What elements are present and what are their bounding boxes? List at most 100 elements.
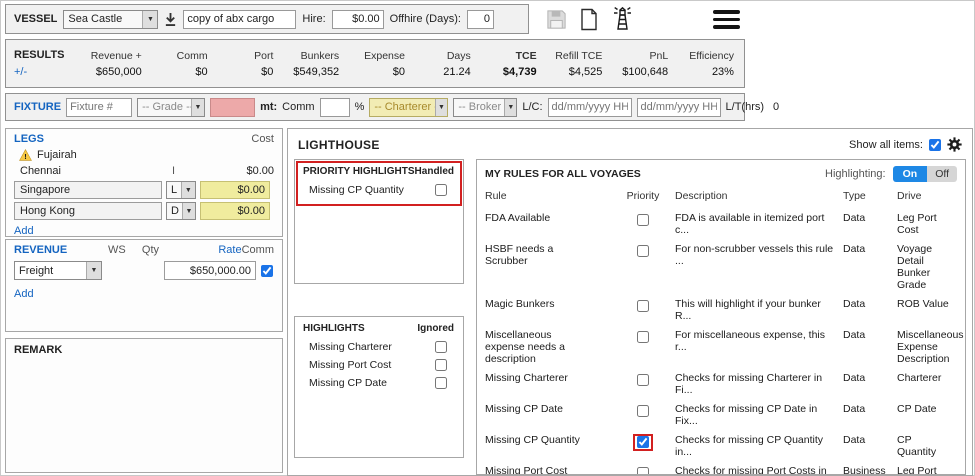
fixture-number-input[interactable] [66, 98, 132, 117]
laycan-to-input[interactable] [637, 98, 721, 117]
col-rule: Rule [485, 190, 615, 209]
rule-drive: Miscellaneous Expense Description [897, 326, 957, 369]
results-column-header: TCE [471, 50, 537, 62]
priority-checkbox-callout [633, 243, 653, 260]
priority-checkbox[interactable] [637, 245, 649, 257]
chevron-down-icon: ▼ [504, 99, 516, 116]
results-column: Expense $0 [339, 50, 405, 78]
download-icon[interactable] [164, 12, 177, 27]
remark-panel[interactable]: REMARK [5, 338, 283, 473]
menu-icon[interactable] [713, 10, 740, 29]
leg-row: Singapore L ▼ $0.00 [14, 181, 274, 199]
results-column-value: $650,000 [76, 66, 142, 78]
priority-checkbox[interactable] [637, 331, 649, 343]
priority-checkbox[interactable] [637, 300, 649, 312]
results-column: Comm $0 [142, 50, 208, 78]
ignored-checkbox[interactable] [435, 359, 447, 371]
results-column-value: $100,648 [602, 66, 668, 78]
leg-type-value: L [167, 184, 181, 196]
save-icon[interactable] [545, 8, 568, 31]
warning-icon: ! [19, 149, 32, 161]
results-column-value: $0 [142, 66, 208, 78]
rule-description: For miscellaneous expense, this r... [675, 326, 843, 369]
lighthouse-icon[interactable] [610, 6, 635, 32]
leg-cost-cell[interactable]: $0.00 [200, 202, 270, 220]
revenue-type-value: Freight [15, 265, 57, 277]
priority-checkbox[interactable] [637, 405, 649, 417]
priority-checkbox-callout [633, 403, 653, 420]
highlighting-on-button[interactable]: On [893, 166, 928, 182]
highlighting-off-button[interactable]: Off [927, 166, 957, 182]
charterer-select[interactable]: -- Charterer -- ▼ [369, 98, 448, 117]
revenue-type-select[interactable]: Freight ▼ [14, 261, 102, 280]
priority-checkbox[interactable] [637, 214, 649, 226]
broker-select[interactable]: -- Broker -- ▼ [453, 98, 517, 117]
leg-type-select[interactable]: D ▼ [166, 202, 196, 220]
rule-name: Missing Charterer [485, 369, 615, 400]
rule-name: Magic Bunkers [485, 295, 615, 326]
results-adjust-link[interactable]: +/- [14, 66, 27, 78]
chevron-down-icon: ▼ [142, 11, 157, 28]
highlight-label: Missing CP Date [309, 377, 387, 389]
rule-type: Data [843, 431, 897, 462]
svg-text:!: ! [24, 152, 27, 161]
priority-checkbox[interactable] [637, 374, 649, 386]
comm-input[interactable] [320, 98, 350, 117]
results-column-value: 21.24 [405, 66, 471, 78]
add-revenue-link[interactable]: Add [14, 288, 34, 300]
qty-header: Qty [142, 244, 197, 256]
grade-select[interactable]: -- Grade -- ▼ [137, 98, 205, 117]
leg-type-select[interactable]: L ▼ [166, 181, 196, 199]
priority-checkbox[interactable] [637, 467, 649, 475]
results-column-header: Revenue + [76, 50, 142, 62]
rule-description: Checks for missing CP Date in Fix... [675, 400, 843, 431]
revenue-rate-input[interactable]: $650,000.00 [164, 261, 256, 280]
priority-highlights-box: PRIORITY HIGHLIGHTS Handled Missing CP Q… [294, 159, 464, 284]
rule-drive: Voyage Detail Bunker Grade [897, 240, 957, 295]
leg-summary-row: Chennai I $0.00 [14, 163, 274, 181]
vessel-select-value: Sea Castle [64, 13, 126, 25]
fixture-bar: FIXTURE -- Grade -- ▼ mt: Comm % -- Char… [5, 93, 745, 121]
hire-input[interactable] [332, 10, 384, 29]
legs-cost-header: Cost [251, 133, 274, 145]
offhire-input[interactable] [467, 10, 494, 29]
add-leg-link[interactable]: Add [14, 225, 34, 237]
revenue-panel: REVENUE WS Qty Rate Comm Freight ▼ $650,… [5, 239, 283, 332]
rule-row: Missing CP Quantity Checks for missing C… [485, 431, 957, 462]
handled-checkbox[interactable] [435, 184, 447, 196]
laycan-from-input[interactable] [548, 98, 632, 117]
revenue-comm-checkbox[interactable] [261, 265, 273, 277]
rule-type: Data [843, 295, 897, 326]
results-column: Revenue + $650,000 [76, 50, 142, 78]
cargo-name-input[interactable] [183, 10, 296, 29]
results-column-value: $549,352 [273, 66, 339, 78]
col-type: Type [843, 190, 897, 209]
highlight-label: Missing Port Cost [309, 359, 391, 371]
revenue-row: Freight ▼ $650,000.00 [14, 261, 274, 280]
rule-description: For non-scrubber vessels this rule ... [675, 240, 843, 295]
priority-checkbox[interactable] [637, 436, 649, 448]
vessel-select[interactable]: Sea Castle ▼ [63, 10, 158, 29]
priority-highlight-item: Missing CP Quantity [295, 182, 463, 198]
laycan-label: L/C: [522, 101, 542, 113]
chevron-down-icon: ▼ [86, 262, 101, 279]
ignored-checkbox[interactable] [435, 377, 447, 389]
leg-cost-cell[interactable]: $0.00 [200, 181, 270, 199]
leg-port-input[interactable]: Singapore [14, 181, 162, 199]
percent-label: % [355, 101, 365, 113]
comm-header: Comm [242, 244, 274, 256]
gear-icon[interactable] [947, 137, 962, 152]
results-column: PnL $100,648 [602, 50, 668, 78]
ignored-checkbox[interactable] [435, 341, 447, 353]
rate-header[interactable]: Rate [196, 244, 241, 256]
leg-port-input[interactable]: Hong Kong [14, 202, 162, 220]
rules-header-row: Rule Priority Description Type Drive [485, 190, 957, 209]
show-all-items-checkbox[interactable] [929, 139, 941, 151]
col-drive: Drive [897, 190, 957, 209]
results-column: Refill TCE $4,525 [537, 50, 603, 78]
results-column-header: Refill TCE [537, 50, 603, 62]
cp-quantity-input[interactable] [210, 98, 255, 117]
copy-document-icon[interactable] [579, 8, 599, 31]
rule-drive: Leg Port Cost [897, 462, 957, 475]
leg-port-name: Chennai [20, 165, 172, 177]
